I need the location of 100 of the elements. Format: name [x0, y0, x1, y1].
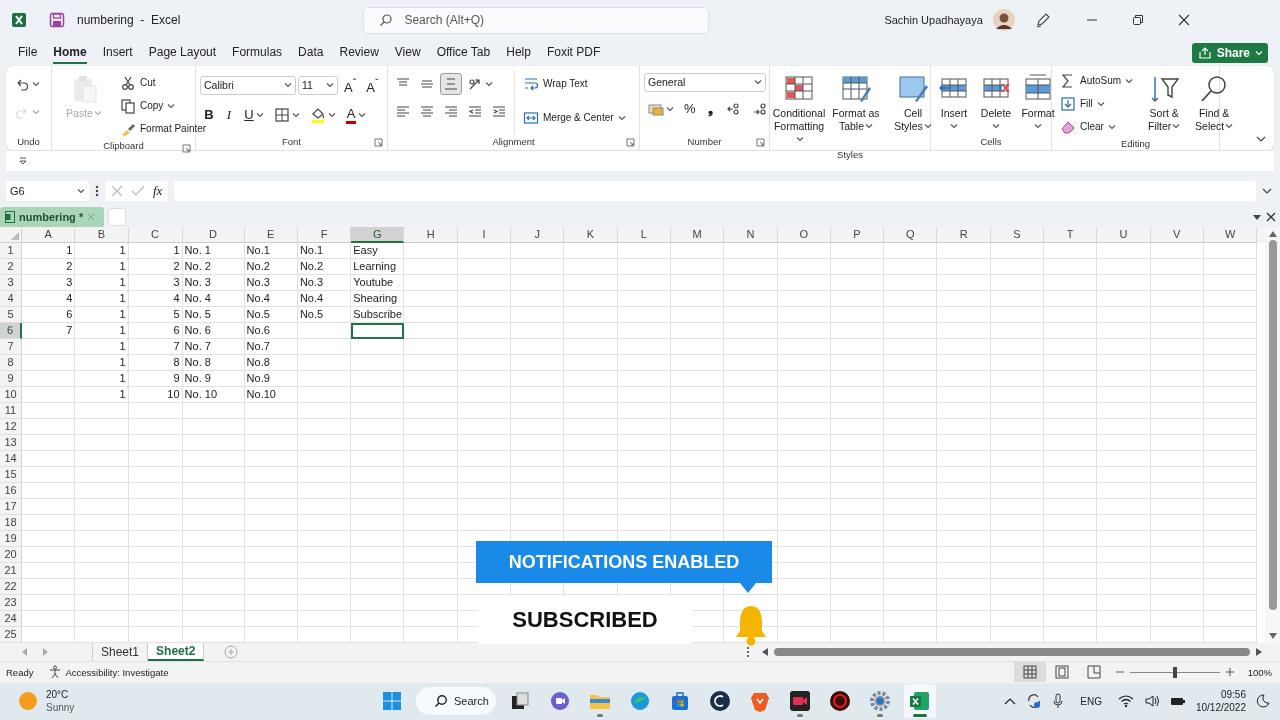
column-header[interactable]: S — [990, 226, 1045, 243]
menu-tab[interactable]: Office Tab — [436, 41, 491, 65]
column-header[interactable]: M — [670, 226, 725, 243]
menu-tab[interactable]: Data — [298, 41, 324, 65]
avatar-icon — [992, 9, 1015, 31]
delete-button[interactable]: Delete — [977, 69, 1015, 133]
merge-center-button[interactable]: Merge & Center — [519, 106, 630, 129]
wrap-text-button[interactable]: Wrap Text — [519, 72, 592, 95]
scroll-up-icon — [1268, 230, 1277, 237]
scrollbar-thumb[interactable] — [1268, 239, 1277, 610]
workbook-tab[interactable]: numbering * — [0, 206, 105, 227]
comma-style-button[interactable]: ❟ — [701, 98, 720, 119]
column-header[interactable]: T — [1044, 226, 1098, 243]
column-header[interactable]: D — [182, 226, 245, 243]
temperature: 20°C — [46, 688, 70, 702]
menu-tab[interactable]: Page Layout — [148, 41, 217, 65]
column-header[interactable]: E — [244, 226, 298, 243]
column-header[interactable]: R — [937, 226, 991, 243]
column-header[interactable]: G — [351, 226, 405, 243]
column-header[interactable]: N — [724, 226, 778, 243]
font-size-dropdown[interactable]: 11 — [298, 75, 338, 95]
table-cell: 7 — [22, 322, 76, 339]
column-header[interactable]: B — [75, 226, 129, 243]
table-cell: No. 8 — [182, 354, 245, 371]
sort-filter-button[interactable]: Sort & Filter — [1141, 69, 1188, 136]
column-header[interactable]: P — [830, 226, 885, 243]
active-cell[interactable] — [351, 322, 405, 339]
column-header[interactable]: O — [777, 226, 831, 243]
caret-icon — [326, 81, 334, 90]
column-header[interactable]: K — [564, 226, 618, 243]
fill-button[interactable]: Fill — [1056, 92, 1109, 115]
table-cell: 5 — [128, 306, 183, 323]
scissors-icon — [120, 74, 136, 91]
table-cell: No. 7 — [182, 338, 245, 355]
column-header[interactable]: A — [22, 226, 76, 243]
settings-icon — [868, 689, 892, 714]
customize-icon — [18, 155, 28, 166]
column-header[interactable]: W — [1203, 226, 1258, 243]
column-header[interactable]: J — [511, 226, 565, 243]
search-field[interactable]: Search (Alt+Q) — [363, 6, 710, 34]
bold-button[interactable]: B — [200, 105, 218, 126]
language-indicator[interactable]: ENG — [1080, 695, 1102, 707]
table-cell: Youtube — [351, 274, 405, 291]
pointer-icon — [740, 583, 756, 593]
menu-tab[interactable]: File — [18, 41, 38, 65]
table-cell: Shearing — [351, 290, 405, 307]
clock-date[interactable]: 10/12/2022 — [1195, 701, 1246, 715]
table-cell: 1 — [75, 322, 129, 339]
menu-tab[interactable]: Home — [53, 41, 87, 65]
clear-button[interactable]: Clear — [1056, 115, 1120, 138]
name-box[interactable]: G6 — [6, 181, 89, 202]
shrink-font-button[interactable]: A$^{ˇ}$ — [362, 72, 383, 98]
font-name-dropdown[interactable]: Calibri — [200, 75, 296, 95]
caret-icon — [1255, 48, 1263, 57]
percent-button[interactable]: % — [680, 98, 700, 119]
zoom-slider-thumb[interactable] — [1172, 666, 1177, 678]
conditional-formatting-button[interactable]: Conditional Formatting — [774, 69, 824, 149]
search-button[interactable]: Search — [416, 687, 496, 716]
table-cell: 4 — [22, 290, 76, 307]
column-header[interactable]: U — [1097, 226, 1151, 243]
italic-button[interactable]: I — [220, 105, 238, 126]
grow-font-button[interactable]: A$^{ˆ}$ — [340, 72, 361, 98]
format-button[interactable]: Format — [1019, 69, 1057, 133]
column-header[interactable]: H — [404, 226, 458, 243]
pen-icon — [1034, 12, 1051, 28]
font-color-button[interactable]: A — [342, 103, 370, 127]
format-as-table-button[interactable]: Format as Table — [828, 69, 884, 136]
table-cell: 1 — [75, 258, 129, 275]
menu-tab[interactable]: Foxit PDF — [546, 41, 601, 65]
autosum-button[interactable]: AutoSum — [1056, 69, 1138, 92]
copy-button[interactable]: Copy — [116, 94, 180, 117]
bottom-align-button[interactable] — [440, 72, 462, 95]
excel-button[interactable] — [904, 684, 936, 719]
cut-button[interactable]: Cut — [116, 71, 160, 94]
menu-tab[interactable]: Insert — [102, 41, 133, 65]
column-header[interactable]: Q — [884, 226, 938, 243]
scrollbar-thumb[interactable] — [774, 647, 1250, 656]
indent-icon — [491, 103, 507, 120]
menu-tab[interactable]: Help — [506, 41, 531, 65]
find-select-button[interactable]: Find & Select — [1191, 69, 1238, 136]
column-header[interactable]: I — [457, 226, 512, 243]
menu-tab[interactable]: View — [394, 41, 421, 65]
normal-view-button[interactable] — [1013, 662, 1046, 683]
cell-styles-button[interactable]: Cell Styles — [888, 69, 938, 136]
insert-function-button[interactable]: fx — [153, 183, 163, 200]
insert-button[interactable]: Insert — [935, 69, 973, 133]
menu-tab[interactable]: Formulas — [232, 41, 283, 65]
clock-time[interactable]: 09:56 — [1220, 688, 1246, 702]
column-header[interactable]: L — [617, 226, 671, 243]
underline-button[interactable]: U — [240, 105, 268, 126]
number-format-dropdown[interactable]: General — [644, 72, 766, 92]
table-cell: 4 — [128, 290, 183, 307]
table-cell: No. 6 — [182, 322, 245, 339]
column-header[interactable]: V — [1150, 226, 1204, 243]
menu-tab[interactable]: Review — [339, 41, 379, 65]
group-label: Alignment — [492, 136, 535, 148]
accessibility-button[interactable]: Accessibility: Investigate — [48, 665, 169, 680]
column-header[interactable]: C — [128, 226, 183, 243]
circle-app-icon — [708, 689, 732, 714]
share-button[interactable]: Share — [1191, 42, 1268, 63]
